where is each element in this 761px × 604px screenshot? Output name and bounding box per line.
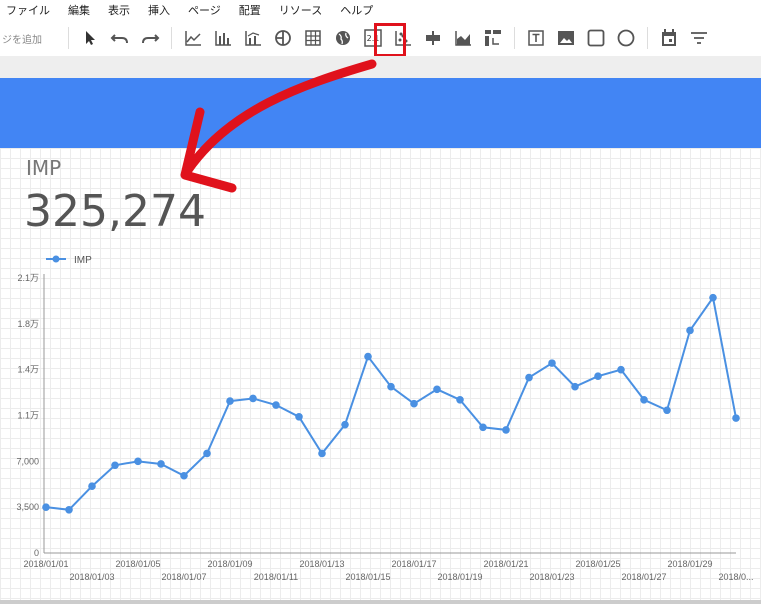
x-tick-label: 2018/01/01 [23, 559, 68, 569]
data-point [525, 373, 533, 382]
data-point [180, 471, 188, 480]
y-tick-label: 7,000 [16, 456, 39, 466]
x-tick-label: 2018/01/11 [254, 572, 298, 582]
data-point [617, 365, 625, 374]
toolbar-divider [68, 27, 69, 49]
bar-chart-icon[interactable] [210, 25, 236, 51]
x-tick-label: 2018/01/03 [69, 572, 114, 582]
time-series-chart[interactable]: IMP 0 3,500 7,000 1.1万 1.4万 1.8万 2.1万 2018/01/01… [0, 240, 761, 590]
data-point [88, 482, 96, 491]
data-point [686, 326, 694, 335]
x-tick-label: 2018/01/09 [207, 559, 252, 569]
text-icon[interactable] [523, 25, 549, 51]
data-point [594, 372, 602, 381]
canvas-ruler [0, 56, 761, 79]
date-range-icon[interactable] [656, 25, 682, 51]
menu-item-4[interactable]: ページ [188, 2, 221, 18]
pivot-table-icon[interactable] [480, 25, 506, 51]
select-icon[interactable] [77, 25, 103, 51]
scorecard-value: 325,274 [24, 186, 206, 237]
x-tick-label: 2018/0... [718, 572, 753, 582]
menu-item-2[interactable]: 表示 [108, 2, 130, 18]
data-point [663, 406, 671, 415]
toolbar-divider [647, 27, 648, 49]
data-point [410, 399, 418, 408]
data-point [364, 352, 372, 361]
y-tick-label: 2.1万 [17, 273, 39, 283]
data-point [709, 293, 717, 302]
table-icon[interactable] [300, 25, 326, 51]
menu-bar: ファイル 編集 表示 挿入 ページ 配置 リソース ヘルプ [0, 0, 761, 20]
data-point [387, 382, 395, 391]
x-tick-label: 2018/01/05 [115, 559, 160, 569]
image-icon[interactable] [553, 25, 579, 51]
y-tick-label: 1.1万 [17, 411, 39, 421]
menu-item-7[interactable]: ヘルプ [340, 2, 373, 18]
scorecard-label: IMP [26, 156, 62, 180]
header-band [0, 78, 761, 148]
add-page-button[interactable]: ジを追加 [2, 31, 62, 46]
series-line-imp [45, 295, 737, 511]
x-tick-label: 2018/01/23 [529, 572, 574, 582]
data-point [548, 359, 556, 367]
scorecard-highlight-box [374, 23, 406, 57]
data-point [341, 420, 349, 429]
toolbar-divider [514, 27, 515, 49]
data-point [502, 426, 510, 434]
x-tick-label: 2018/01/07 [161, 572, 206, 582]
canvas-bottom-edge [0, 600, 761, 604]
menu-item-3[interactable]: 挿入 [148, 2, 170, 18]
data-point [249, 394, 257, 403]
area-chart-icon[interactable] [450, 25, 476, 51]
data-point [640, 395, 648, 404]
x-tick-label: 2018/01/13 [299, 559, 344, 569]
data-point [226, 397, 234, 405]
bullet-chart-icon[interactable] [420, 25, 446, 51]
data-point [433, 385, 441, 394]
data-point [571, 382, 579, 391]
y-tick-label: 1.8万 [17, 319, 39, 329]
pie-chart-icon[interactable] [270, 25, 296, 51]
menu-item-1[interactable]: 編集 [68, 2, 90, 18]
data-point [272, 401, 280, 409]
legend-label: IMP [74, 255, 92, 266]
y-tick-label: 0 [34, 548, 39, 558]
data-point [456, 395, 464, 404]
geo-map-icon[interactable] [330, 25, 356, 51]
rectangle-icon[interactable] [583, 25, 609, 51]
menu-item-0[interactable]: ファイル [6, 2, 50, 18]
data-point [157, 460, 165, 468]
time-series-icon[interactable] [180, 25, 206, 51]
x-tick-label: 2018/01/15 [345, 572, 390, 582]
menu-item-6[interactable]: リソース [279, 2, 322, 18]
data-point [295, 413, 303, 421]
circle-icon[interactable] [613, 25, 639, 51]
data-point [42, 503, 50, 511]
y-tick-label: 1.4万 [17, 365, 39, 375]
y-tick-label: 3,500 [16, 502, 39, 512]
menu-item-5[interactable]: 配置 [239, 2, 261, 18]
filter-icon[interactable] [686, 25, 712, 51]
x-tick-label: 2018/01/19 [437, 572, 482, 582]
redo-icon[interactable] [137, 25, 163, 51]
toolbar-divider [171, 27, 172, 49]
legend-marker [52, 255, 60, 263]
x-tick-label: 2018/01/21 [483, 559, 528, 569]
x-tick-label: 2018/01/25 [575, 559, 620, 569]
x-tick-label: 2018/01/29 [667, 559, 712, 569]
data-point [732, 414, 740, 422]
data-point [318, 449, 326, 458]
x-tick-label: 2018/01/17 [391, 559, 436, 569]
combo-chart-icon[interactable] [240, 25, 266, 51]
data-point [65, 505, 73, 514]
data-point [111, 461, 119, 470]
data-point [203, 449, 211, 458]
data-point [134, 457, 142, 466]
x-tick-label: 2018/01/27 [621, 572, 666, 582]
undo-icon[interactable] [107, 25, 133, 51]
data-point [479, 423, 487, 432]
